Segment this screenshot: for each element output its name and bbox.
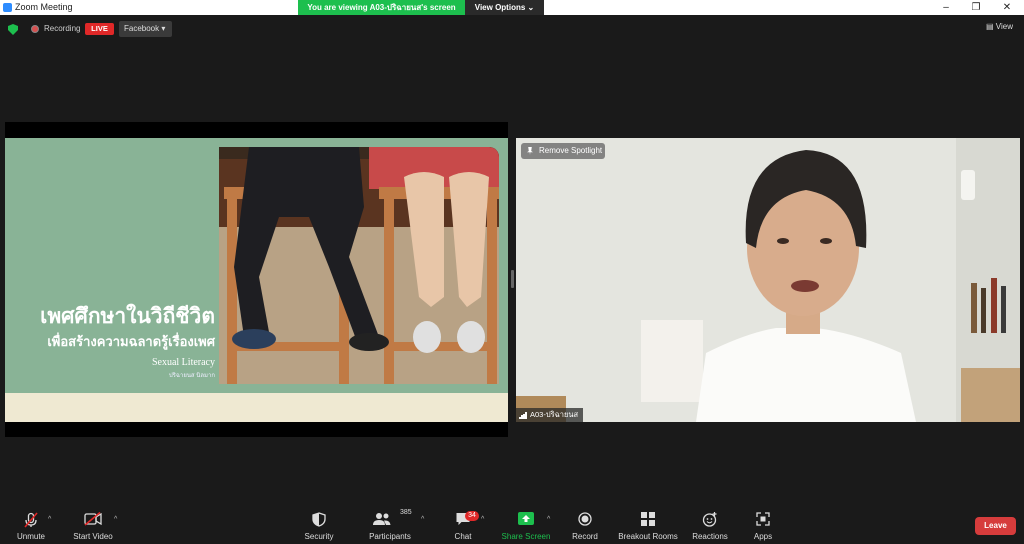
chat-unread-badge: 34 <box>465 511 479 521</box>
participants-options-caret-icon[interactable]: ^ <box>421 516 424 523</box>
meeting-toolbar: Unmute ^ Start Video ^ Security 385 Part… <box>0 506 1024 544</box>
start-video-label: Start Video <box>73 532 113 541</box>
chat-options-caret-icon[interactable]: ^ <box>481 516 484 523</box>
pin-icon <box>527 147 533 155</box>
microphone-muted-icon <box>24 512 38 528</box>
security-button[interactable]: Security <box>300 506 338 544</box>
chat-button[interactable]: 34 Chat <box>445 506 481 544</box>
audio-options-caret-icon[interactable]: ^ <box>48 516 51 523</box>
reactions-smiley-icon <box>702 512 717 527</box>
view-options-label: View Options <box>474 3 526 12</box>
unmute-label: Unmute <box>16 532 45 541</box>
record-button[interactable]: Record <box>568 506 602 544</box>
reactions-button[interactable]: Reactions <box>690 506 730 544</box>
signal-strength-icon <box>519 412 527 419</box>
chevron-down-icon: ⌄ <box>527 3 535 12</box>
recording-icon <box>31 25 39 33</box>
view-label: View <box>995 22 1013 31</box>
shared-screen: เพศศึกษาในวิถีชีวิต เพื่อสร้างความฉลาดรู… <box>5 122 508 437</box>
slide-photo <box>219 147 499 384</box>
zoom-logo-icon <box>3 3 12 12</box>
speaker-video-image <box>516 138 1020 422</box>
apps-button[interactable]: Apps <box>748 506 778 544</box>
slide-english-title: Sexual Literacy <box>151 357 215 368</box>
close-button[interactable]: ✕ <box>992 0 1022 15</box>
leave-button[interactable]: Leave <box>975 517 1016 535</box>
share-screen-label: Share Screen <box>501 532 551 541</box>
participants-button[interactable]: 385 Participants <box>364 506 416 544</box>
caret-down-icon: ▾ <box>161 24 166 33</box>
participants-icon <box>373 513 391 525</box>
stream-target-dropdown[interactable]: Facebook ▾ <box>119 21 172 37</box>
breakout-rooms-button[interactable]: Breakout Rooms <box>615 506 681 544</box>
slide-title: เพศศึกษาในวิถีชีวิต <box>40 305 215 328</box>
remove-spotlight-label: Remove Spotlight <box>539 146 603 155</box>
record-icon <box>578 512 592 526</box>
security-shield-icon <box>312 512 326 527</box>
chat-label: Chat <box>454 532 472 541</box>
live-badge: LIVE <box>85 23 114 35</box>
share-screen-button[interactable]: Share Screen <box>500 506 552 544</box>
minimize-button[interactable]: – <box>931 0 961 15</box>
participant-name: A03-ปริฉายนส <box>530 410 579 419</box>
slide-author: ปริฉายนส นิลมาก <box>168 373 215 379</box>
window-title: Zoom Meeting <box>15 2 73 12</box>
reactions-label: Reactions <box>692 532 728 541</box>
presentation-slide: เพศศึกษาในวิถีชีวิต เพื่อสร้างความฉลาดรู… <box>5 138 508 422</box>
remove-spotlight-button[interactable]: Remove Spotlight <box>521 143 605 159</box>
start-video-button[interactable]: Start Video <box>68 506 118 544</box>
breakout-rooms-icon <box>641 512 655 526</box>
view-options-button[interactable]: View Options ⌄ <box>465 0 544 15</box>
participants-label: Participants <box>369 532 411 541</box>
security-label: Security <box>304 532 334 541</box>
stream-target-label: Facebook <box>124 24 160 33</box>
meeting-topbar: Recording LIVE Facebook ▾ ▤ View <box>0 15 1024 43</box>
apps-icon <box>756 512 770 526</box>
share-screen-icon <box>518 512 534 525</box>
participants-count: 385 <box>400 509 412 516</box>
video-off-icon <box>84 512 102 526</box>
slide-subtitle: เพื่อสร้างความฉลาดรู้เรื่องเพศ <box>47 334 215 349</box>
apps-label: Apps <box>753 532 773 541</box>
encryption-shield-icon[interactable] <box>8 24 18 35</box>
record-label: Record <box>572 532 598 541</box>
recording-label: Recording <box>44 24 81 33</box>
speaker-video: Remove Spotlight A03-ปริฉายนส <box>516 138 1020 422</box>
participant-name-tag: A03-ปริฉายนส <box>516 408 584 422</box>
unmute-button[interactable]: Unmute <box>10 506 52 544</box>
view-button[interactable]: ▤ View <box>986 22 1013 31</box>
split-view-handle[interactable] <box>511 270 514 288</box>
video-options-caret-icon[interactable]: ^ <box>114 516 117 523</box>
viewing-banner: You are viewing A03-ปริฉายนส's screen <box>298 0 465 15</box>
grid-icon: ▤ <box>986 22 994 31</box>
maximize-button[interactable]: ❐ <box>961 0 991 15</box>
slide-photo-image <box>219 147 499 384</box>
slide-footer-band <box>5 393 508 422</box>
breakout-rooms-label: Breakout Rooms <box>618 532 678 541</box>
share-options-caret-icon[interactable]: ^ <box>547 516 550 523</box>
